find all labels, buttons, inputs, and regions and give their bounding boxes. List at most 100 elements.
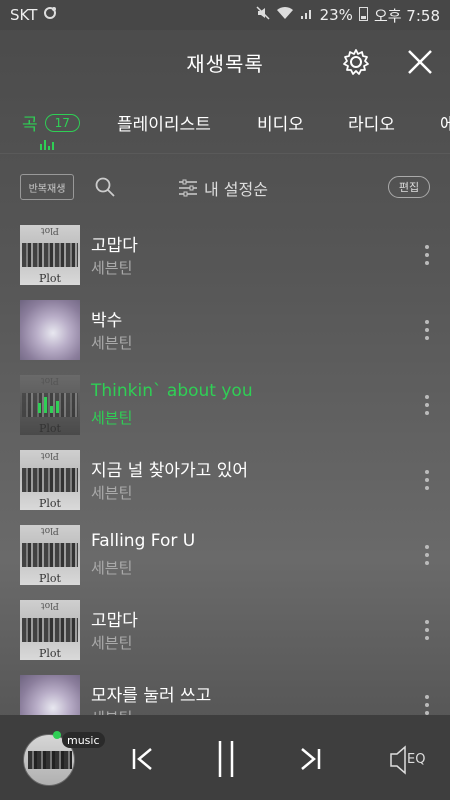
- track-more-button[interactable]: [420, 243, 434, 267]
- album-art: Plot Plot: [20, 600, 80, 660]
- track-more-button[interactable]: [420, 318, 434, 342]
- eq-label: EQ: [407, 752, 426, 767]
- tab-radio[interactable]: 라디오: [348, 110, 395, 135]
- more-vertical-icon: [425, 620, 429, 640]
- status-dot: [53, 731, 61, 739]
- track-artist: 세븐틴: [91, 334, 133, 352]
- tab-playlists[interactable]: 플레이리스트: [117, 110, 211, 135]
- tab-songs[interactable]: 곡 17: [22, 110, 80, 135]
- repeat-button[interactable]: 반복재생: [20, 174, 74, 200]
- next-track-icon: [301, 748, 321, 770]
- track-title: Falling For U: [91, 531, 196, 551]
- equalizer-icon: [40, 140, 54, 150]
- album-art-text: Plot: [41, 600, 59, 610]
- search-icon: [95, 177, 115, 197]
- track-artist: 세븐틴: [91, 559, 133, 577]
- track-row[interactable]: Plot Plot 지금 널 찾아가고 있어 세븐틴: [0, 450, 450, 525]
- more-vertical-icon: [425, 245, 429, 265]
- notification-icon: [43, 6, 57, 24]
- tab-more[interactable]: 에: [440, 110, 450, 135]
- track-artist: 세븐틴: [91, 409, 133, 427]
- playlist-header: 재생목록: [0, 30, 450, 94]
- track-title: 모자를 눌러 쓰고: [91, 686, 212, 706]
- battery-icon: [358, 6, 368, 25]
- album-art-text: Plot: [41, 525, 59, 535]
- track-row-now-playing[interactable]: Plot Plot Thinkin` about you 세븐틴: [0, 375, 450, 450]
- track-row[interactable]: 박수 세븐틴: [0, 300, 450, 375]
- status-bar: SKT 23% 오후 7:58: [0, 0, 450, 30]
- music-badge-label: music: [67, 733, 100, 747]
- next-button[interactable]: [290, 739, 330, 779]
- album-art: Plot Plot: [20, 375, 80, 435]
- album-art: [20, 675, 80, 715]
- pause-icon: [218, 741, 234, 777]
- battery-percent: 23%: [319, 6, 353, 24]
- track-list: Plot Plot 고맙다 세븐틴 박수 세븐틴 Plot Plot Think…: [0, 225, 450, 715]
- track-title: Thinkin` about you: [91, 381, 253, 401]
- album-art: Plot Plot: [20, 525, 80, 585]
- equalizer-button[interactable]: EQ: [388, 743, 428, 777]
- previous-track-icon: [132, 748, 152, 770]
- album-art-text: Plot: [39, 497, 61, 510]
- track-more-button[interactable]: [420, 393, 434, 417]
- more-vertical-icon: [425, 320, 429, 340]
- track-row[interactable]: Plot Plot 고맙다 세븐틴: [0, 600, 450, 675]
- track-row[interactable]: Plot Plot Falling For U 세븐틴: [0, 525, 450, 600]
- album-art: [20, 300, 80, 360]
- sort-filter-icon: [179, 179, 197, 197]
- list-toolbar: 반복재생 내 설정순 편집: [0, 164, 450, 210]
- track-title: 고맙다: [91, 236, 138, 256]
- repeat-label: 반복재생: [28, 183, 66, 195]
- track-more-button[interactable]: [420, 618, 434, 642]
- more-vertical-icon: [425, 695, 429, 715]
- album-art-text: Plot: [39, 647, 61, 660]
- close-button[interactable]: [402, 44, 438, 80]
- settings-button[interactable]: [338, 44, 374, 80]
- page-title: 재생목록: [186, 51, 264, 76]
- sort-label: 내 설정순: [204, 180, 268, 199]
- album-art-text: Plot: [39, 272, 61, 285]
- album-art-text: Plot: [41, 450, 59, 460]
- close-icon: [408, 50, 432, 74]
- album-art-text: Plot: [39, 422, 61, 435]
- track-row[interactable]: Plot Plot 고맙다 세븐틴: [0, 225, 450, 300]
- track-more-button[interactable]: [420, 543, 434, 567]
- album-art: Plot Plot: [20, 225, 80, 285]
- more-vertical-icon: [425, 545, 429, 565]
- mini-player: music EQ: [0, 715, 450, 800]
- album-art-text: Plot: [39, 572, 61, 585]
- wifi-icon: [276, 6, 294, 24]
- track-artist: 세븐틴: [91, 259, 133, 277]
- edit-label: 편집: [398, 181, 420, 194]
- track-more-button[interactable]: [420, 693, 434, 715]
- pause-button[interactable]: [206, 739, 246, 779]
- track-artist: 세븐틴: [91, 634, 133, 652]
- gear-icon: [343, 49, 369, 75]
- carrier-label: SKT: [10, 6, 38, 24]
- track-title: 고맙다: [91, 611, 138, 631]
- more-vertical-icon: [425, 395, 429, 415]
- clock: 오후 7:58: [373, 6, 440, 25]
- album-art-text: Plot: [41, 375, 59, 385]
- track-title: 지금 널 찾아가고 있어: [91, 461, 248, 481]
- edit-button[interactable]: 편집: [388, 176, 430, 198]
- album-art: Plot Plot: [20, 450, 80, 510]
- previous-button[interactable]: [123, 739, 163, 779]
- tab-count-badge: 17: [44, 113, 80, 132]
- tab-label: 곡: [22, 115, 38, 135]
- now-playing-icon: [38, 397, 62, 413]
- search-button[interactable]: [94, 176, 118, 200]
- album-art-text: Plot: [41, 225, 59, 235]
- track-artist: 세븐틴: [91, 484, 133, 502]
- tab-videos[interactable]: 비디오: [257, 110, 304, 135]
- category-tabs: 곡 17 플레이리스트 비디오 라디오 에: [0, 94, 450, 154]
- track-row[interactable]: 모자를 눌러 쓰고 세븐틴: [0, 675, 450, 715]
- sort-button[interactable]: 내 설정순: [178, 176, 268, 200]
- track-title: 박수: [91, 311, 123, 331]
- signal-icon: [300, 6, 314, 24]
- track-more-button[interactable]: [420, 468, 434, 492]
- track-artist: 세븐틴: [91, 707, 132, 715]
- mute-icon: [256, 6, 270, 24]
- music-badge: music: [62, 732, 105, 748]
- more-vertical-icon: [425, 470, 429, 490]
